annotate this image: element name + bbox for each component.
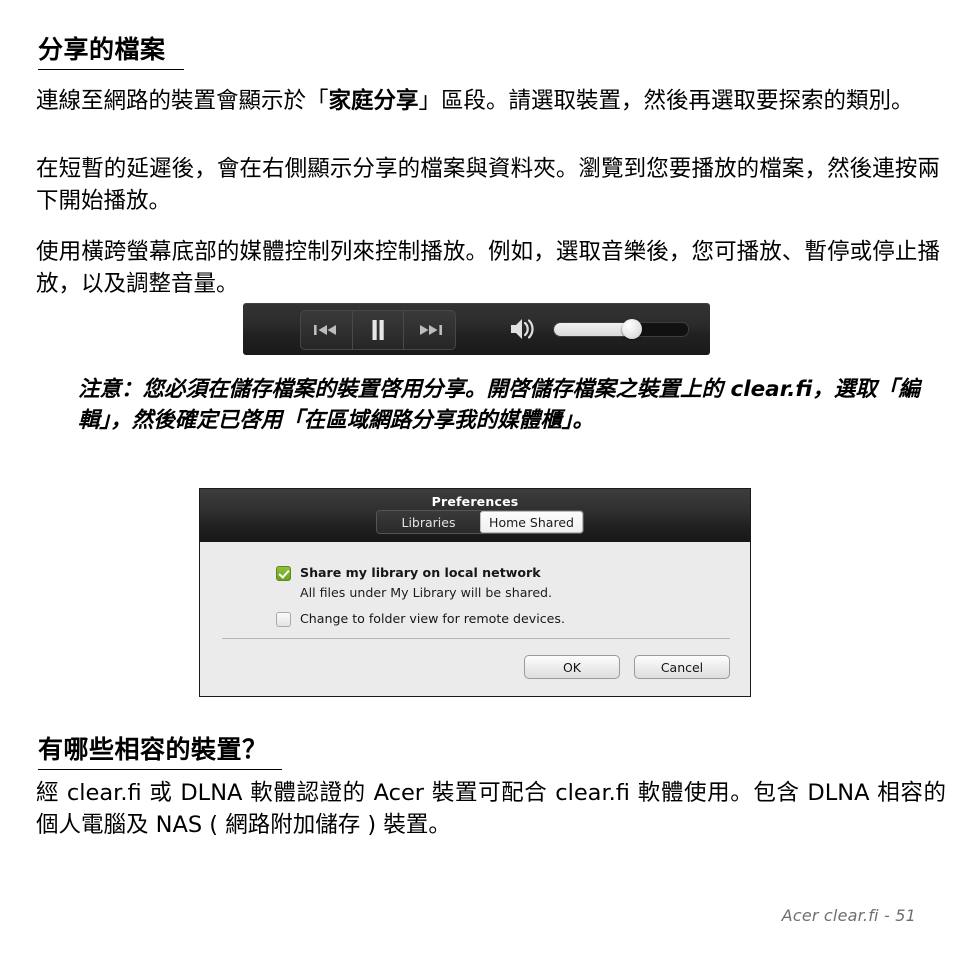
cancel-button-label: Cancel: [660, 659, 704, 675]
page-title: 分享的檔案: [38, 37, 184, 70]
manual-page: 分享的檔案 連線至網路的裝置會顯示於「家庭分享」區段。請選取裝置，然後再選取要探…: [0, 0, 954, 954]
dialog-titlebar: Preferences Libraries Home Shared: [200, 489, 750, 542]
transport-button-group: [300, 310, 456, 350]
dialog-body: Share my library on local network All fi…: [200, 542, 750, 696]
paragraph-1-part-a: 連線至網路的裝置會顯示於「: [36, 88, 329, 114]
folder-view-checkbox[interactable]: [276, 612, 291, 627]
paragraph-1-part-c: 」區段。請選取裝置，然後再選取要探索的類別。: [418, 88, 914, 114]
pause-button[interactable]: [351, 311, 404, 349]
note-paragraph: 注意：您必須在儲存檔案的裝置啓用分享。開啓儲存檔案之裝置上的 clear.fi，…: [78, 377, 920, 433]
tab-libraries[interactable]: Libraries: [377, 511, 480, 533]
dialog-divider: [222, 638, 730, 639]
previous-track-icon: [311, 322, 341, 338]
tab-home-shared-label: Home Shared: [489, 514, 574, 530]
option-share-library[interactable]: Share my library on local network: [276, 565, 541, 581]
preferences-dialog: Preferences Libraries Home Shared Share …: [199, 488, 751, 697]
heading-compatible-devices-text: 有哪些相容的裝置？: [38, 735, 268, 764]
paragraph-compatible-devices: 經 clear.fi 或 DLNA 軟體認證的 Acer 裝置可配合 clear…: [36, 780, 946, 838]
paragraph-home-shared: 連線至網路的裝置會顯示於「家庭分享」區段。請選取裝置，然後再選取要探索的類別。: [36, 85, 940, 117]
paragraph-media-controls: 使用橫跨螢幕底部的媒體控制列來控制播放。例如，選取音樂後，您可播放、暫停或停止播…: [36, 239, 940, 297]
heading-2-underline-rule: [38, 769, 282, 770]
volume-slider-fill: [554, 323, 632, 336]
next-track-button[interactable]: [403, 311, 455, 349]
share-library-label: Share my library on local network: [300, 565, 541, 580]
paragraph-1-bold-term: 家庭分享: [328, 88, 419, 114]
volume-slider-knob[interactable]: [621, 319, 642, 339]
tab-libraries-label: Libraries: [401, 514, 456, 530]
share-library-sublabel: All files under My Library will be share…: [300, 585, 553, 600]
previous-track-button[interactable]: [301, 311, 352, 349]
pause-icon: [368, 319, 388, 341]
dialog-button-row: OK Cancel: [524, 655, 730, 679]
media-control-bar: [243, 303, 710, 355]
folder-view-label: Change to folder view for remote devices…: [300, 611, 565, 626]
heading-underline-rule: [38, 69, 184, 70]
paragraph-browse-play: 在短暫的延遲後，會在右側顯示分享的檔案與資料夾。瀏覽到您要播放的檔案，然後連按兩…: [36, 156, 940, 214]
section-title-compatible-devices: 有哪些相容的裝置？: [38, 737, 282, 770]
cancel-button[interactable]: Cancel: [634, 655, 730, 679]
dialog-title: Preferences: [431, 494, 519, 509]
page-footer: Acer clear.fi - 51: [781, 906, 916, 925]
ok-button[interactable]: OK: [524, 655, 620, 679]
tab-home-shared[interactable]: Home Shared: [480, 511, 583, 533]
heading-shared-files-text: 分享的檔案: [38, 35, 166, 64]
next-track-icon: [415, 322, 445, 338]
ok-button-label: OK: [562, 659, 582, 675]
option-folder-view[interactable]: Change to folder view for remote devices…: [276, 611, 565, 627]
volume-slider[interactable]: [553, 319, 689, 339]
dialog-tab-group: Libraries Home Shared: [376, 510, 584, 534]
share-library-checkbox[interactable]: [276, 566, 291, 581]
speaker-volume-icon: [509, 316, 539, 342]
